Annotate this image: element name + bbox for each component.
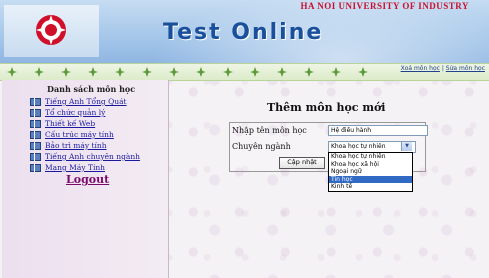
major-option[interactable]: Khoa học tự nhiên xyxy=(329,153,412,161)
sidebar-item-label: Bảo trì máy tính xyxy=(45,141,107,150)
major-label: Chuyên ngành xyxy=(232,142,291,151)
sidebar-item-label: Mạng Máy Tính xyxy=(45,163,105,172)
update-button[interactable]: Cập nhật xyxy=(279,157,325,169)
sidebar-item[interactable]: Thiết kế Web xyxy=(30,118,140,129)
edit-subject-link[interactable]: Sửa môn học xyxy=(446,65,485,72)
leaf-icon xyxy=(196,67,206,77)
chevron-down-icon[interactable]: ▼ xyxy=(401,142,412,151)
university-logo-icon xyxy=(36,15,66,45)
major-option[interactable]: Khoa học xã hội xyxy=(329,161,412,169)
subject-name-input[interactable] xyxy=(328,125,428,136)
sidebar: Danh sách môn học Tiếng Anh Tổng Quát Tổ… xyxy=(2,80,169,278)
sidebar-item-label: Tiếng Anh chuyên ngành xyxy=(45,152,141,161)
header-banner: HA NOI UNIVERSITY OF INDUSTRY Test Onlin… xyxy=(0,0,489,63)
sidebar-item-label: Thiết kế Web xyxy=(45,119,96,128)
major-dropdown-list: Khoa học tự nhiên Khoa học xã hội Ngoại … xyxy=(328,152,413,192)
book-icon xyxy=(30,130,41,139)
leaf-icon xyxy=(250,67,260,77)
sidebar-item[interactable]: Tiếng Anh Tổng Quát xyxy=(30,96,140,107)
university-name: HA NOI UNIVERSITY OF INDUSTRY xyxy=(300,1,469,11)
logo-area xyxy=(4,5,99,57)
sidebar-item[interactable]: Bảo trì máy tính xyxy=(30,140,140,151)
leaf-icon xyxy=(277,67,287,77)
logout-link[interactable]: Logout xyxy=(66,173,109,186)
leaf-icon xyxy=(88,67,98,77)
sidebar-item[interactable]: Cấu trúc máy tính xyxy=(30,129,140,140)
leaf-icon xyxy=(223,67,233,77)
book-icon xyxy=(30,152,41,161)
major-option[interactable]: Kinh tế xyxy=(329,183,412,191)
leaf-icon xyxy=(358,67,368,77)
subject-list: Tiếng Anh Tổng Quát Tổ chức quản lý Thiế… xyxy=(30,96,140,173)
sidebar-item[interactable]: Tổ chức quản lý xyxy=(30,107,140,118)
leaf-icon xyxy=(34,67,44,77)
sidebar-heading: Danh sách môn học xyxy=(47,84,136,94)
sidebar-item-label: Tổ chức quản lý xyxy=(45,108,106,117)
leaf-icon xyxy=(7,67,17,77)
leaf-icon xyxy=(142,67,152,77)
subject-name-label: Nhập tên môn học xyxy=(232,126,307,135)
book-icon xyxy=(30,119,41,128)
book-icon xyxy=(30,108,41,117)
sidebar-item[interactable]: Mạng Máy Tính xyxy=(30,162,140,173)
page-title: Thêm môn học mới xyxy=(267,101,386,114)
book-icon xyxy=(30,163,41,172)
book-icon xyxy=(30,141,41,150)
leaf-icon xyxy=(304,67,314,77)
book-icon xyxy=(30,97,41,106)
leaf-icon xyxy=(331,67,341,77)
major-option[interactable]: Ngoại ngữ xyxy=(329,168,412,176)
leaf-icon xyxy=(169,67,179,77)
leaf-icon xyxy=(61,67,71,77)
major-option-highlighted[interactable]: Tin học xyxy=(329,175,412,184)
sidebar-item[interactable]: Tiếng Anh chuyên ngành xyxy=(30,151,140,162)
top-nav: Xoá môn học | Sửa môn học xyxy=(400,65,485,72)
sidebar-item-label: Cấu trúc máy tính xyxy=(45,130,114,139)
app-title: Test Online xyxy=(163,20,324,45)
delete-subject-link[interactable]: Xoá môn học xyxy=(401,65,440,72)
sidebar-item-label: Tiếng Anh Tổng Quát xyxy=(45,97,127,106)
leaf-icon xyxy=(115,67,125,77)
